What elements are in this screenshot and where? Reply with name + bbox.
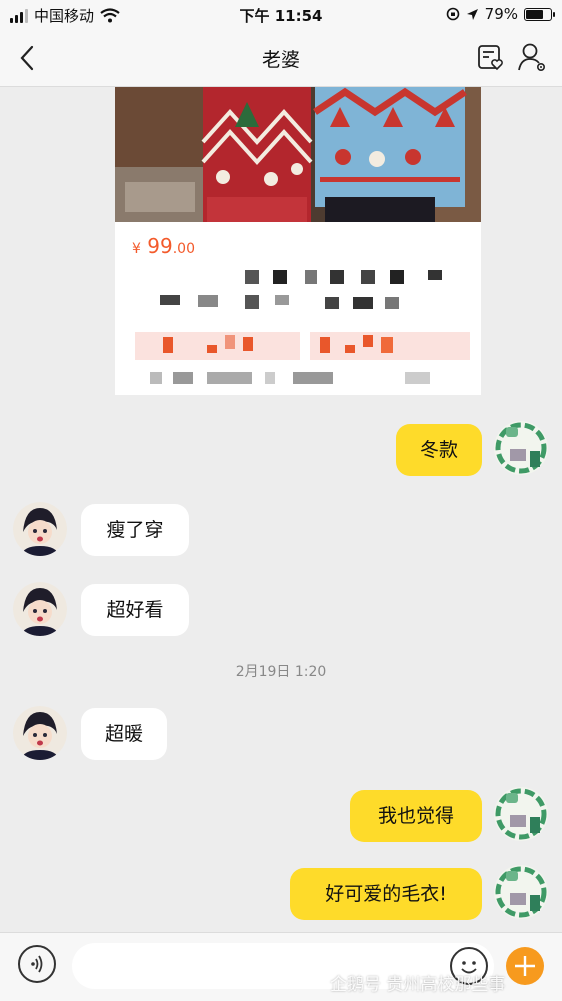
currency-symbol: ¥: [132, 241, 141, 257]
battery-percent: 79%: [484, 5, 518, 23]
status-right: 79%: [446, 5, 555, 23]
contact-avatar[interactable]: [13, 502, 67, 556]
my-avatar[interactable]: [494, 787, 548, 841]
avatar-image: [13, 502, 67, 556]
avatar-image: [494, 787, 548, 841]
product-image: [115, 87, 481, 222]
message-bubble[interactable]: 超好看: [81, 584, 189, 636]
avatar-image: [13, 582, 67, 636]
message-bubble[interactable]: 好可爱的毛衣!: [290, 868, 482, 920]
message-bubble[interactable]: 瘦了穿: [81, 504, 189, 556]
product-price: ¥ 99.00: [132, 234, 195, 258]
my-avatar[interactable]: [494, 865, 548, 919]
avatar-image: [494, 421, 548, 475]
message-bubble[interactable]: 我也觉得: [350, 790, 482, 842]
product-card[interactable]: ¥ 99.00: [115, 87, 481, 395]
message-bubble[interactable]: 冬款: [396, 424, 482, 476]
avatar-image: [13, 706, 67, 760]
message-timestamp: 2月19日 1:20: [235, 664, 327, 680]
contact-avatar[interactable]: [13, 582, 67, 636]
my-avatar[interactable]: [494, 421, 548, 475]
watermark-text: 企鹅号 贵州高校那些事: [330, 975, 506, 995]
price-decimals: .00: [172, 241, 195, 257]
note-heart-icon[interactable]: [476, 42, 506, 72]
plus-icon[interactable]: [506, 947, 544, 985]
profile-settings-icon[interactable]: [516, 41, 548, 73]
avatar-image: [494, 865, 548, 919]
message-bubble[interactable]: 超暖: [81, 708, 167, 760]
lock-rotation-icon: [446, 7, 459, 21]
contact-avatar[interactable]: [13, 706, 67, 760]
chat-header: 老婆: [0, 30, 562, 87]
voice-icon[interactable]: [18, 945, 56, 983]
battery-level: [526, 9, 543, 19]
price-value: 99: [147, 234, 173, 258]
location-icon: [466, 8, 478, 20]
battery-icon: [524, 7, 555, 21]
status-bar: 中国移动 下午 11:54 79%: [0, 0, 562, 30]
